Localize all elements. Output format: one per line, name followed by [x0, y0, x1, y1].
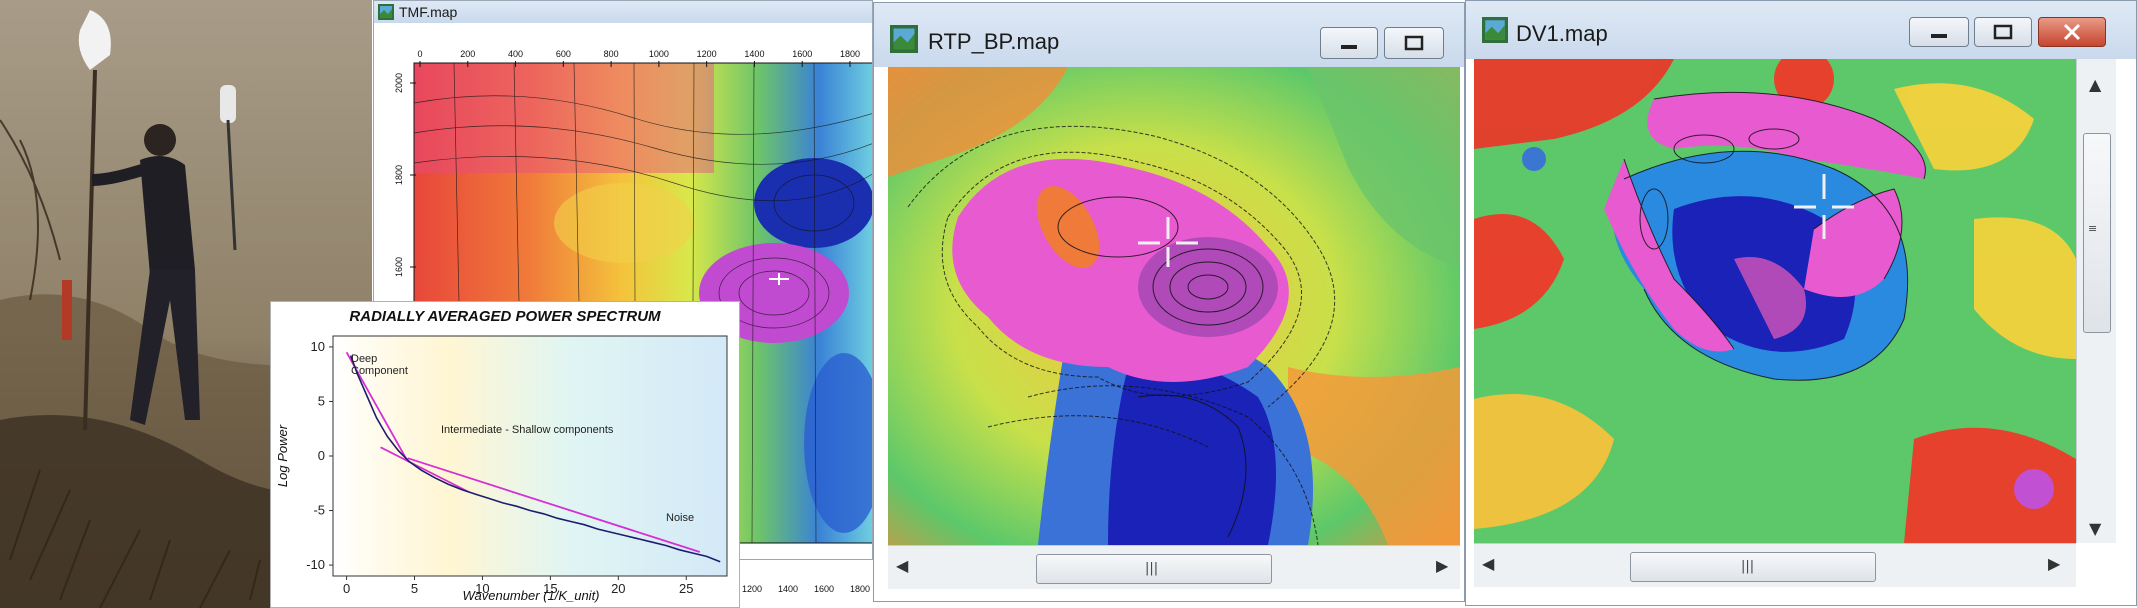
- tmf-bottom-axis: 1200 1400 1600 1800: [740, 578, 873, 598]
- map-app-icon: [378, 4, 394, 20]
- dv1-vertical-scrollbar[interactable]: ▲ ≡ ▼: [2076, 59, 2116, 543]
- tmf-window-title: TMF.map: [399, 4, 458, 20]
- grip-icon: |||: [1741, 559, 1755, 574]
- rtp-horizontal-scrollbar[interactable]: ◀ ||| ▶: [888, 545, 1460, 589]
- rtp-window-title: RTP_BP.map: [928, 29, 1060, 54]
- dv1-window-title: DV1.map: [1516, 21, 1608, 46]
- tmf-x-tick-label: 1400: [744, 49, 764, 59]
- maximize-button[interactable]: [1384, 27, 1444, 59]
- tmf-x-tick-label: 1800: [840, 49, 860, 59]
- power-spectrum-chart: RADIALLY AVERAGED POWER SPECTRUM 0 5 10 15 2…: [270, 301, 740, 608]
- tmf-bottom-tick-label: 1800: [850, 584, 870, 594]
- tmf-x-tick-label: 0: [417, 49, 422, 59]
- annotation-noise: Noise: [666, 512, 694, 524]
- scroll-left-icon[interactable]: ◀: [1482, 556, 1494, 572]
- annotation-intermediate: Intermediate - Shallow components: [441, 424, 614, 436]
- y-tick-label: 5: [318, 393, 325, 408]
- close-button[interactable]: [2038, 17, 2106, 47]
- x-axis-label: Wavenumber (1/K_unit): [462, 588, 599, 603]
- x-tick-label: 5: [411, 581, 418, 596]
- tmf-x-tick-label: 200: [460, 49, 475, 59]
- minimize-button[interactable]: [1320, 27, 1378, 59]
- annotation-deep-line1: Deep: [351, 353, 377, 365]
- scroll-right-icon[interactable]: ▶: [2048, 556, 2060, 572]
- map-app-icon: [1482, 17, 1508, 43]
- tmf-y-tick-label: 2000: [394, 73, 404, 93]
- tmf-x-tick-label: 1200: [697, 49, 717, 59]
- tmf-x-tick-label: 800: [604, 49, 619, 59]
- dv1-title-bar[interactable]: DV1.map: [1466, 1, 2136, 59]
- x-tick-label: 0: [343, 581, 350, 596]
- dv1-horizontal-scroll-thumb[interactable]: |||: [1630, 552, 1876, 582]
- tmf-bottom-tick-label: 1400: [778, 584, 798, 594]
- x-tick-label: 20: [611, 581, 625, 596]
- rtp-map-canvas[interactable]: [888, 67, 1460, 545]
- maximize-icon: [1404, 35, 1424, 51]
- rtp-bp-map-window[interactable]: RTP_BP.map ◀ ||| ▶: [873, 2, 1465, 602]
- scroll-left-icon[interactable]: ◀: [896, 558, 908, 574]
- tmf-x-tick-label: 1600: [792, 49, 812, 59]
- maximize-icon: [1993, 24, 2013, 40]
- y-axis-label: Log Power: [275, 424, 290, 487]
- rtp-map-graphic: [888, 67, 1460, 545]
- tmf-bottom-tick-label: 1600: [814, 584, 834, 594]
- tmf-y-tick-label: 1600: [394, 257, 404, 277]
- grip-icon: ≡: [2088, 222, 2098, 235]
- tmf-bottom-tick-label: 1200: [742, 584, 762, 594]
- y-tick-label: -5: [313, 503, 325, 518]
- tmf-x-tick-label: 600: [556, 49, 571, 59]
- dv1-map-canvas[interactable]: [1474, 59, 2076, 543]
- dv1-vertical-scroll-thumb[interactable]: ≡: [2083, 133, 2111, 333]
- tmf-title-bar[interactable]: TMF.map: [374, 1, 872, 23]
- y-tick-label: -10: [306, 557, 325, 572]
- annotation-deep-line2: Component: [351, 365, 408, 377]
- dv1-map-graphic: [1474, 59, 2076, 543]
- rtp-scroll-thumb[interactable]: |||: [1036, 554, 1272, 584]
- grip-icon: |||: [1145, 561, 1159, 576]
- scroll-down-icon[interactable]: ▼: [2089, 521, 2101, 537]
- minimize-icon: [1341, 45, 1357, 49]
- y-tick-label: 0: [318, 448, 325, 463]
- tmf-x-tick-label: 400: [508, 49, 523, 59]
- minimize-button[interactable]: [1909, 17, 1969, 47]
- tmf-y-tick-label: 1800: [394, 165, 404, 185]
- tmf-x-tick-label: 1000: [649, 49, 669, 59]
- maximize-button[interactable]: [1974, 17, 2032, 47]
- minimize-icon: [1931, 34, 1947, 38]
- power-spectrum-plot: 0 5 10 15 20 25 1050-5-10 Deep Component Inte…: [275, 335, 728, 603]
- dv1-map-window[interactable]: DV1.map ▲ ≡ ▼ ◀ ||| ▶: [1465, 0, 2137, 606]
- tmf-bottom-axis-graphic: 1200 1400 1600 1800: [742, 584, 870, 594]
- map-app-icon: [890, 25, 918, 53]
- scroll-right-icon[interactable]: ▶: [1436, 558, 1448, 574]
- x-tick-label: 25: [679, 581, 693, 596]
- close-icon: [2063, 23, 2081, 41]
- rtp-title-bar[interactable]: RTP_BP.map: [874, 3, 1464, 67]
- y-tick-label: 10: [311, 339, 325, 354]
- dv1-horizontal-scrollbar[interactable]: ◀ ||| ▶: [1474, 543, 2076, 587]
- scroll-up-icon[interactable]: ▲: [2089, 77, 2101, 93]
